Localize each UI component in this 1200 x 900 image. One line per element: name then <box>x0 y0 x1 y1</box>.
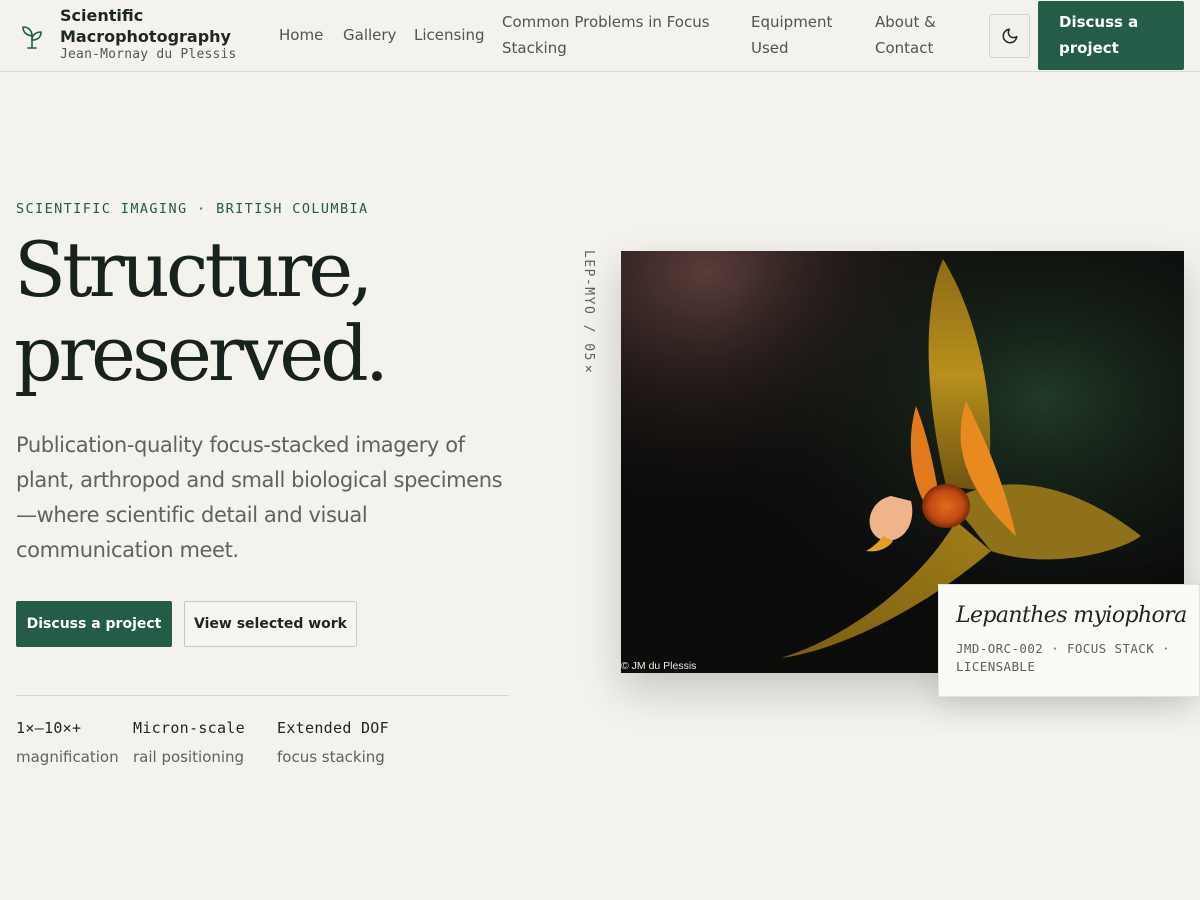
hero-headline: Structure, preserved. <box>14 225 389 398</box>
site-header: Scientific Macrophotography Jean-Mornay … <box>0 0 1200 72</box>
stat-magnification-label: magnification <box>16 748 119 766</box>
nav-equipment[interactable]: Equipment Used <box>751 9 851 61</box>
photo-copyright: © JM du Plessis <box>621 660 697 672</box>
stat-rail-value: Micron-scale <box>133 719 245 737</box>
brand-subtitle: Jean-Mornay du Plessis <box>60 47 237 62</box>
stat-dof-label: focus stacking <box>277 748 385 766</box>
sprout-icon[interactable] <box>18 22 46 50</box>
hero-eyebrow: SCIENTIFIC IMAGING · BRITISH COLUMBIA <box>16 201 369 217</box>
stats-divider <box>16 695 509 696</box>
stat-rail-label: rail positioning <box>133 748 245 766</box>
nav-common-problems[interactable]: Common Problems in Focus Stacking <box>502 9 722 61</box>
stat-magnification-value: 1×–10×+ <box>16 719 82 737</box>
headline-line-1: Structure, <box>14 225 373 314</box>
moon-icon <box>1002 28 1017 44</box>
nav-licensing[interactable]: Licensing <box>414 22 485 48</box>
discuss-project-button[interactable]: Discuss a project <box>16 601 172 647</box>
specimen-caption-card: Lepanthes myiophora JMD-ORC-002 · FOCUS … <box>938 584 1200 697</box>
nav-home[interactable]: Home <box>279 22 323 48</box>
hero-lead: Publication-quality focus-stacked imager… <box>16 433 503 562</box>
specimen-meta: JMD-ORC-002 · FOCUS STACK · LICENSABLE <box>956 641 1170 674</box>
species-name: Lepanthes myiophora <box>956 603 1187 628</box>
headline-line-2: preserved. <box>14 309 389 398</box>
nav-about-contact[interactable]: About & Contact <box>875 9 955 61</box>
brand-title[interactable]: Scientific Macrophotography <box>60 5 260 47</box>
nav-gallery[interactable]: Gallery <box>343 22 396 48</box>
stat-dof-value: Extended DOF <box>277 719 389 737</box>
specimen-code-tag: LEP-MYO / 05× <box>581 250 596 379</box>
view-selected-work-button[interactable]: View selected work <box>184 601 357 647</box>
theme-toggle-button[interactable] <box>989 14 1030 58</box>
header-discuss-project-button[interactable]: Discuss a project <box>1038 1 1184 70</box>
